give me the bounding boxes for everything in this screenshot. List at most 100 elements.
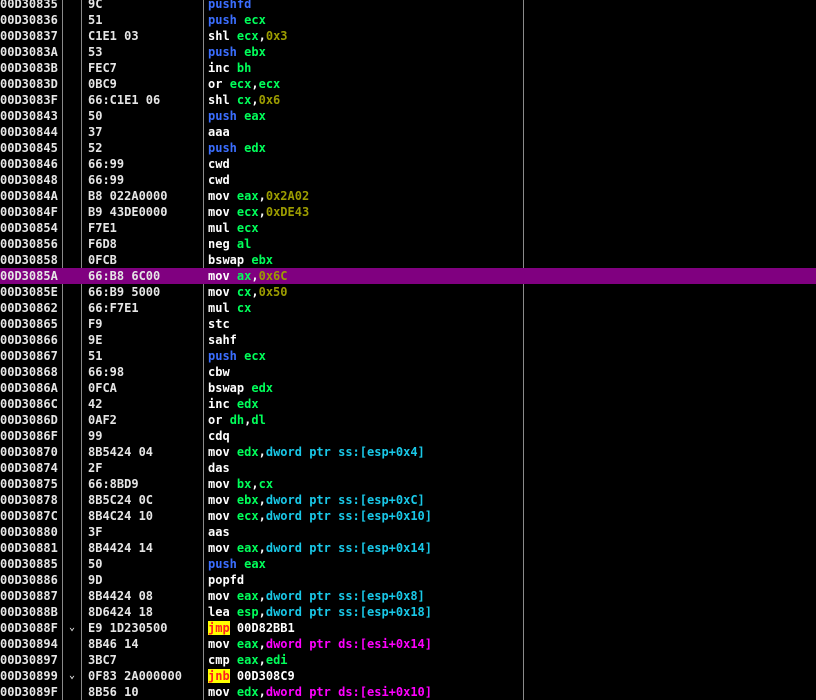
disassembly-row[interactable]: 00D30835 9C pushfd: [0, 0, 816, 12]
instruction-token: dword ptr ss:[esp+0x8]: [265, 589, 425, 603]
instruction-token: ebx: [244, 45, 266, 59]
instruction-token: bswap: [208, 381, 245, 395]
disassembly-row[interactable]: 00D3086C 42 inc edx: [0, 396, 816, 412]
instruction-token: push: [208, 109, 237, 123]
disassembly-row[interactable]: 00D30878 8B5C24 0C mov ebx,dword ptr ss:[e…: [0, 492, 816, 508]
instruction-token: ,: [258, 445, 266, 459]
disassembly-row[interactable]: 00D3089F 8B56 10 mov edx,dword ptr ds:[esi…: [0, 684, 816, 700]
row-instruction: cbw: [208, 364, 518, 380]
disassembly-row[interactable]: 00D3088B 8D6424 18 lea esp,dword ptr ss:[e…: [0, 604, 816, 620]
row-bytes: 0AF2: [88, 413, 117, 427]
disassembly-row[interactable]: 00D30846 66:99 cwd: [0, 156, 816, 172]
disassembly-row[interactable]: 00D3084F B9 43DE0000 mov ecx,0xDE43: [0, 204, 816, 220]
disassembly-row[interactable]: 00D30870 8B5424 04 mov edx,dword ptr ss:[e…: [0, 444, 816, 460]
row-address: 00D30899: [0, 669, 58, 683]
disassembly-row[interactable]: 00D3084A B8 022A0000 mov eax,0x2A02: [0, 188, 816, 204]
row-address: 00D30885: [0, 557, 58, 571]
disassembly-row[interactable]: 00D3086D 0AF2 or dh,dl: [0, 412, 816, 428]
disassembly-row[interactable]: 00D3083B FEC7 inc bh: [0, 60, 816, 76]
instruction-token: dh: [229, 413, 245, 427]
jump-marker-icon: [69, 172, 77, 188]
disassembly-row[interactable]: 00D30899 ⌄ 0F83 2A000000 jnb 00D308C9: [0, 668, 816, 684]
instruction-token: eax: [244, 109, 266, 123]
row-bytes: B8 022A0000: [88, 189, 168, 203]
row-bytes: F6D8: [88, 237, 117, 251]
disassembly-row[interactable]: 00D30885 50 push eax: [0, 556, 816, 572]
instruction-token: 0x2A02: [265, 189, 310, 203]
disassembly-row[interactable]: 00D30844 37 aaa: [0, 124, 816, 140]
disassembly-row[interactable]: 00D30881 8B4424 14 mov eax,dword ptr ss:[e…: [0, 540, 816, 556]
disassembly-row[interactable]: 00D30868 66:98 cbw: [0, 364, 816, 380]
row-address: 00D30878: [0, 493, 58, 507]
disassembly-row[interactable]: 00D30866 9E sahf: [0, 332, 816, 348]
instruction-token: al: [236, 237, 252, 251]
disassembly-row[interactable]: 00D3085E 66:B9 5000 mov cx,0x50: [0, 284, 816, 300]
jump-marker-icon: [69, 76, 77, 92]
instruction-token: or: [208, 413, 223, 427]
disassembly-row[interactable]: 00D30897 3BC7 cmp eax,edi: [0, 652, 816, 668]
disassembly-row[interactable]: 00D3083D 0BC9 or ecx,ecx: [0, 76, 816, 92]
disassembly-row[interactable]: 00D30894 8B46 14 mov eax,dword ptr ds:[esi…: [0, 636, 816, 652]
disassembly-row[interactable]: 00D30843 50 push eax: [0, 108, 816, 124]
disassembly-row[interactable]: 00D30854 F7E1 mul ecx: [0, 220, 816, 236]
instruction-token: cbw: [208, 365, 230, 379]
disassembly-pane[interactable]: 00D30835 9C pushfd 00D30836 51 push ecx 00D308…: [0, 0, 816, 700]
disassembly-row[interactable]: 00D30865 F9 stc: [0, 316, 816, 332]
disassembly-row[interactable]: 00D3086F 99 cdq: [0, 428, 816, 444]
jump-marker-icon: [69, 108, 77, 124]
instruction-token: 0x6C: [258, 269, 288, 283]
instruction-token: 0xDE43: [265, 205, 310, 219]
instruction-token: [230, 589, 237, 603]
row-address: 00D30880: [0, 525, 58, 539]
disassembly-row[interactable]: 00D30880 3F aas: [0, 524, 816, 540]
instruction-token: [230, 477, 237, 491]
row-address: 00D30845: [0, 141, 58, 155]
disassembly-row[interactable]: 00D30874 2F das: [0, 460, 816, 476]
instruction-token: mov: [208, 189, 230, 203]
jump-marker-icon: [69, 428, 77, 444]
instruction-token: sahf: [208, 333, 237, 347]
row-bytes: E9 1D230500: [88, 621, 168, 635]
row-instruction: stc: [208, 316, 518, 332]
instruction-token: edx: [236, 685, 259, 699]
row-address: 00D30858: [0, 253, 58, 267]
disassembly-row[interactable]: 00D30867 51 push ecx: [0, 348, 816, 364]
row-instruction: or ecx,ecx: [208, 76, 518, 92]
disassembly-row[interactable]: 00D30845 52 push edx: [0, 140, 816, 156]
instruction-token: pushfd: [208, 0, 252, 11]
jump-marker-icon: [69, 204, 77, 220]
jump-marker-icon: [69, 492, 77, 508]
instruction-token: ecx: [244, 349, 266, 363]
disassembly-row[interactable]: 00D3086A 0FCA bswap edx: [0, 380, 816, 396]
disassembly-row[interactable]: 00D30875 66:8BD9 mov bx,cx: [0, 476, 816, 492]
disassembly-row[interactable]: 00D30837 C1E1 03 shl ecx,0x3: [0, 28, 816, 44]
disassembly-row[interactable]: 00D30886 9D popfd: [0, 572, 816, 588]
jump-marker-icon: [69, 444, 77, 460]
disassembly-row[interactable]: 00D30856 F6D8 neg al: [0, 236, 816, 252]
instruction-token: edx: [236, 397, 259, 411]
instruction-token: cx: [258, 477, 274, 491]
row-address: 00D3088F: [0, 621, 58, 635]
instruction-token: [230, 285, 237, 299]
disassembly-row[interactable]: 00D3087C 8B4C24 10 mov ecx,dword ptr ss:[e…: [0, 508, 816, 524]
disassembly-row[interactable]: 00D30848 66:99 cwd: [0, 172, 816, 188]
row-bytes: F7E1: [88, 221, 117, 235]
row-instruction: mov ecx,dword ptr ss:[esp+0x10]: [208, 508, 518, 524]
disassembly-row[interactable]: 00D30887 8B4424 08 mov eax,dword ptr ss:[e…: [0, 588, 816, 604]
instruction-token: mov: [208, 541, 230, 555]
jump-marker-icon: [69, 28, 77, 44]
disassembly-row[interactable]: 00D30836 51 push ecx: [0, 12, 816, 28]
instruction-token: popfd: [208, 573, 245, 587]
jump-marker-icon: [69, 156, 77, 172]
instruction-token: ,: [251, 477, 259, 491]
disassembly-row[interactable]: 00D3083A 53 push ebx: [0, 44, 816, 60]
instruction-token: ,: [251, 285, 259, 299]
disassembly-row[interactable]: 00D3083F 66:C1E1 06 shl cx,0x6: [0, 92, 816, 108]
disassembly-row[interactable]: 00D30858 0FCB bswap ebx: [0, 252, 816, 268]
disassembly-row[interactable]: 00D3088F ⌄ E9 1D230500 jmp 00D82BB1: [0, 620, 816, 636]
instruction-token: ,: [258, 493, 266, 507]
disassembly-row[interactable]: 00D30862 66:F7E1 mul cx: [0, 300, 816, 316]
instruction-token: push: [208, 349, 237, 363]
disassembly-row-selected[interactable]: 00D3085A 66:B8 6C00 mov ax,0x6C: [0, 268, 816, 284]
instruction-token: dword ptr ss:[esp+0x14]: [265, 541, 433, 555]
